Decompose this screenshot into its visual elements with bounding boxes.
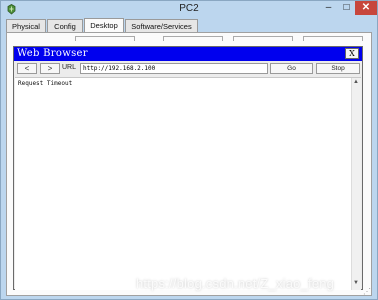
desktop-icons-strip xyxy=(15,34,365,42)
scroll-up-icon[interactable]: ▲ xyxy=(353,79,359,85)
go-button[interactable]: Go xyxy=(270,63,313,74)
browser-content: Request Timeout ▲ ▼ xyxy=(15,77,361,290)
desktop-app-icon[interactable] xyxy=(163,36,223,41)
tab-desktop[interactable]: Desktop xyxy=(84,18,124,33)
forward-button[interactable]: > xyxy=(40,63,60,74)
title-bar[interactable]: PC2 – □ ✕ xyxy=(1,1,377,18)
browser-title-bar: Web Browser X xyxy=(14,47,362,61)
desktop-app-icon[interactable] xyxy=(303,36,363,41)
browser-title: Web Browser xyxy=(17,48,88,59)
url-input[interactable]: http://192.168.2.100 xyxy=(80,63,268,74)
browser-toolbar: < > URL http://192.168.2.100 Go Stop xyxy=(14,62,362,76)
back-button[interactable]: < xyxy=(17,63,37,74)
web-browser-window: Web Browser X < > URL http://192.168.2.1… xyxy=(13,46,363,290)
close-button[interactable]: ✕ xyxy=(355,1,377,15)
maximize-button[interactable]: □ xyxy=(338,1,355,15)
tab-physical[interactable]: Physical xyxy=(6,19,46,32)
stop-button[interactable]: Stop xyxy=(316,63,360,74)
page-content-text: Request Timeout xyxy=(18,80,73,87)
tab-software-services[interactable]: Software/Services xyxy=(125,19,198,32)
desktop-app-icon[interactable] xyxy=(75,36,135,41)
resize-grip-icon[interactable]: ⋰ xyxy=(363,287,373,297)
pc2-window: PC2 – □ ✕ Physical Config Desktop Softwa… xyxy=(0,0,378,300)
vertical-scrollbar[interactable]: ▲ ▼ xyxy=(351,78,361,290)
browser-close-button[interactable]: X xyxy=(345,48,359,59)
desktop-app-icon[interactable] xyxy=(233,36,293,41)
scroll-down-icon[interactable]: ▼ xyxy=(353,280,359,286)
minimize-button[interactable]: – xyxy=(320,1,337,15)
url-label: URL xyxy=(62,64,77,71)
tab-config[interactable]: Config xyxy=(47,19,83,32)
watermark: https://blog.csdn.net/Z_xiao_feng xyxy=(136,276,335,291)
